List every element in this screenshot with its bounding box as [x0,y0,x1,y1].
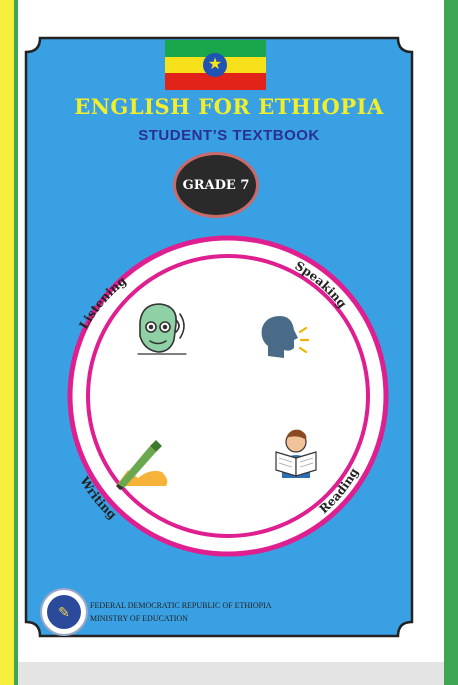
grade-label: GRADE 7 [182,177,250,193]
seal-book-icon: ✎ [47,595,81,629]
ministry-seal-icon: ✎ [40,588,88,636]
book-subtitle: STUDENT’S TEXTBOOK [138,127,320,144]
grade-badge: GRADE 7 [173,152,259,218]
skills-ring-inner [86,254,370,538]
footer-ministry: MINISTRY OF EDUCATION [90,614,188,623]
flag-star-emblem-icon: ★ [203,53,227,77]
footer-country: FEDERAL DEMOCRATIC REPUBLIC OF ETHIOPIA [90,601,272,610]
book-title: ENGLISH FOR ETHIOPIA [74,94,384,119]
